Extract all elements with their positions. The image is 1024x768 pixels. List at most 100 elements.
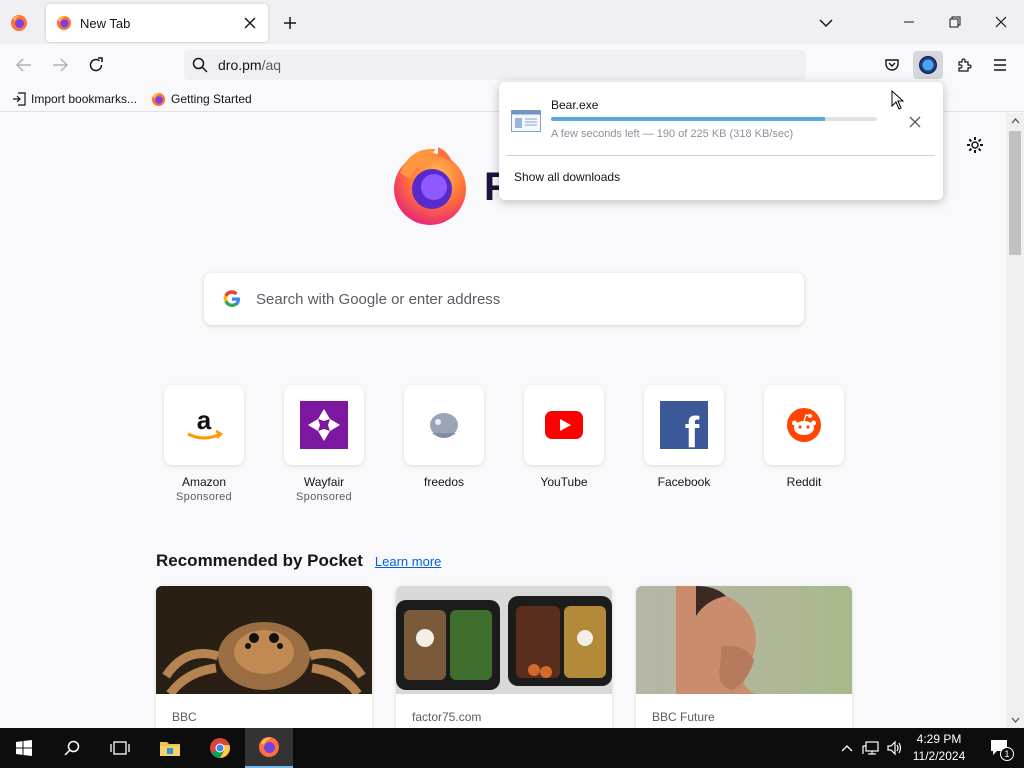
reload-button[interactable] <box>82 51 110 79</box>
card-source: BBC <box>172 710 197 724</box>
list-all-tabs-button[interactable] <box>814 11 838 35</box>
top-site-facebook[interactable]: f Facebook <box>640 385 728 489</box>
network-icon <box>862 741 879 755</box>
download-progress-bar <box>551 117 877 121</box>
restore-button[interactable] <box>932 0 978 44</box>
bookmark-import[interactable]: Import bookmarks... <box>12 90 137 108</box>
sponsored-label: Sponsored <box>176 491 232 503</box>
restore-icon <box>949 16 961 28</box>
task-view-icon <box>110 741 130 755</box>
pocket-title: Recommended by Pocket <box>156 551 363 570</box>
hamburger-menu-icon <box>994 59 1006 71</box>
top-site-tile <box>764 385 844 465</box>
wayfair-icon <box>300 401 348 449</box>
executable-file-icon <box>511 110 541 132</box>
firefox-logo <box>388 143 472 227</box>
chevron-down-icon <box>1011 717 1019 723</box>
downloads-button[interactable] <box>913 51 943 79</box>
pocket-button[interactable] <box>877 51 907 79</box>
windows-icon <box>16 740 32 756</box>
top-site-youtube[interactable]: YouTube <box>520 385 608 489</box>
download-progress-icon <box>919 56 937 74</box>
show-all-downloads-button[interactable]: Show all downloads <box>514 170 620 184</box>
card-thumbnail <box>636 586 852 694</box>
meal-prep-image <box>396 586 612 694</box>
scroll-down-arrow[interactable] <box>1006 712 1024 728</box>
action-center-button[interactable]: 1 <box>980 728 1020 768</box>
scroll-up-arrow[interactable] <box>1006 113 1024 129</box>
extensions-button[interactable] <box>949 51 979 79</box>
top-site-name: YouTube <box>540 475 588 489</box>
scrollbar-thumb[interactable] <box>1009 131 1021 255</box>
card-thumbnail <box>156 586 372 694</box>
downloads-panel: Bear.exe A few seconds left — 190 of 225… <box>499 82 943 200</box>
show-all-downloads-label: Show all downloads <box>514 170 621 184</box>
bookmark-getting-started[interactable]: Getting Started <box>151 90 252 108</box>
top-site-wayfair[interactable]: Wayfair Sponsored <box>280 385 368 503</box>
chrome-button[interactable] <box>196 728 244 768</box>
firefox-icon <box>259 737 279 757</box>
start-button[interactable] <box>0 728 48 768</box>
chevron-up-icon <box>1011 118 1019 124</box>
firefox-bookmark-icon <box>151 92 166 106</box>
download-progress-fill <box>551 117 825 121</box>
pocket-learn-more-link[interactable]: Learn more <box>375 554 441 569</box>
download-item[interactable]: Bear.exe A few seconds left — 190 of 225… <box>499 82 943 156</box>
card-source: BBC Future <box>652 710 715 724</box>
firefox-icon <box>11 15 27 31</box>
tab-title: New Tab <box>80 15 131 31</box>
new-tab-page: F Search with Google or enter address a … <box>0 113 1006 728</box>
divider <box>507 155 935 156</box>
arrow-right-icon <box>53 58 68 72</box>
personalize-button[interactable] <box>964 134 986 156</box>
tab-new-tab[interactable]: New Tab <box>46 4 268 42</box>
firefox-view-button[interactable] <box>8 12 30 34</box>
chevron-down-icon <box>819 19 833 28</box>
back-button[interactable] <box>10 51 38 79</box>
app-menu-button[interactable] <box>985 51 1015 79</box>
reddit-icon <box>787 408 821 442</box>
close-tab-icon[interactable] <box>242 15 258 31</box>
taskbar-search-button[interactable] <box>48 728 96 768</box>
search-input[interactable]: Search with Google or enter address <box>204 273 804 325</box>
top-site-amazon[interactable]: a Amazon Sponsored <box>160 385 248 503</box>
taskbar-clock[interactable]: 4:29 PM 11/2/2024 <box>906 731 972 765</box>
top-site-tile: f <box>644 385 724 465</box>
page-scrollbar[interactable] <box>1006 113 1024 728</box>
sponsored-label: Sponsored <box>296 491 352 503</box>
folder-icon <box>160 742 180 756</box>
thinking-man-image <box>636 586 852 694</box>
forward-button[interactable] <box>46 51 74 79</box>
task-view-button[interactable] <box>96 728 144 768</box>
firefox-logo-icon <box>394 147 466 225</box>
close-window-button[interactable] <box>978 0 1024 44</box>
minimize-button[interactable] <box>886 0 932 44</box>
volume-button[interactable] <box>884 728 906 768</box>
plus-icon <box>284 17 296 29</box>
network-button[interactable] <box>860 728 882 768</box>
navigation-toolbar: dro.pm/aq <box>0 44 1024 86</box>
pocket-card-factor75[interactable]: factor75.com <box>396 586 612 728</box>
show-hidden-icons-button[interactable] <box>838 728 856 768</box>
address-bar[interactable]: dro.pm/aq <box>184 50 806 80</box>
new-tab-button[interactable] <box>278 11 302 35</box>
cancel-download-button[interactable] <box>903 110 927 134</box>
svg-text:f: f <box>685 408 700 449</box>
file-explorer-button[interactable] <box>146 728 194 768</box>
card-source: factor75.com <box>412 710 482 724</box>
pocket-card-bbc-future[interactable]: BBC Future <box>636 586 852 728</box>
top-site-reddit[interactable]: Reddit <box>760 385 848 489</box>
chrome-icon <box>210 738 230 759</box>
tab-bar: New Tab <box>0 0 1024 44</box>
close-icon <box>909 116 921 128</box>
puzzle-icon <box>958 58 972 72</box>
pocket-card-bbc[interactable]: BBC <box>156 586 372 728</box>
pocket-header: Recommended by Pocket Learn more <box>156 551 441 571</box>
firefox-taskbar-button[interactable] <box>245 728 293 768</box>
top-site-freedos[interactable]: freedos <box>400 385 488 489</box>
search-icon <box>64 740 80 756</box>
bookmark-label: Import bookmarks... <box>31 92 138 106</box>
top-site-name: Facebook <box>657 475 711 489</box>
clock-date: 11/2/2024 <box>912 749 966 763</box>
top-site-name: Wayfair <box>303 475 345 489</box>
